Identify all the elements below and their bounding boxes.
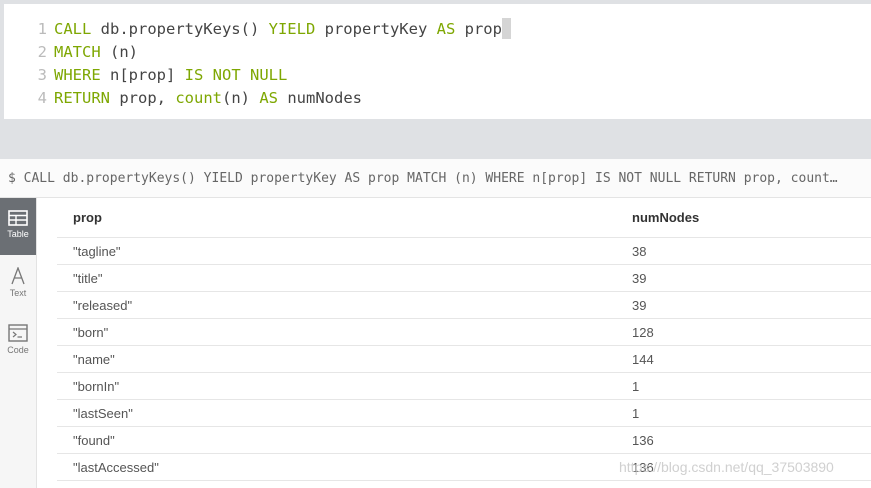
cypher-function: count — [175, 89, 222, 107]
line-number: 3 — [37, 66, 47, 84]
cell-numnodes: 39 — [632, 270, 647, 286]
cypher-keyword: IS NOT NULL — [184, 66, 288, 84]
table-row: "released" 39 — [57, 292, 871, 319]
column-header-prop[interactable]: prop — [57, 210, 616, 225]
line-number: 1 — [37, 20, 47, 38]
cell-prop: "born" — [73, 324, 109, 340]
view-code-label: Code — [7, 345, 29, 355]
cypher-text: (n) — [100, 43, 138, 61]
cell-numnodes: 38 — [632, 243, 647, 259]
cypher-keyword: RETURN — [54, 89, 110, 107]
cell-numnodes: 1 — [632, 378, 640, 394]
view-text-label: Text — [9, 288, 27, 298]
cell-numnodes: 1 — [632, 405, 640, 421]
view-switcher-sidebar: Table Text Code — [0, 198, 37, 488]
cypher-text: propertyKey — [315, 20, 437, 38]
line-number: 2 — [37, 43, 47, 61]
cell-prop: "name" — [73, 351, 115, 367]
cypher-keyword: AS — [436, 20, 456, 38]
table-row: "lastSeen" 1 — [57, 400, 871, 427]
cell-prop: "title" — [73, 270, 103, 286]
cell-prop: "lastAccessed" — [73, 459, 159, 475]
table-icon — [8, 210, 28, 226]
result-table: prop numNodes "tagline" 38 "title" 39 "relea… — [57, 198, 871, 481]
view-table-button[interactable]: Table — [0, 198, 36, 255]
table-row: "found" 136 — [57, 427, 871, 454]
code-line: 1 CALL db.propertyKeys() YIELD propertyKe… — [4, 18, 871, 41]
cell-numnodes: 128 — [632, 324, 654, 340]
cypher-keyword: YIELD — [268, 20, 316, 38]
view-code-button[interactable]: Code — [0, 312, 36, 369]
query-editor[interactable]: 1 CALL db.propertyKeys() YIELD propertyKe… — [4, 4, 871, 119]
cell-prop: "found" — [73, 432, 115, 448]
line-number: 4 — [37, 89, 47, 107]
cypher-keyword: AS — [259, 89, 278, 107]
view-table-label: Table — [7, 229, 29, 239]
cell-prop: "bornIn" — [73, 378, 120, 394]
cypher-keyword: WHERE — [54, 66, 101, 84]
cypher-text: (n) — [222, 89, 260, 107]
cypher-text: numNodes — [278, 89, 362, 107]
cypher-text: db.propertyKeys() — [91, 20, 269, 38]
view-text-button[interactable]: Text — [0, 255, 36, 312]
cell-prop: "released" — [73, 297, 133, 313]
code-line: 3 WHERE n[prop] IS NOT NULL — [4, 64, 871, 87]
code-icon — [8, 324, 28, 342]
cypher-text: prop — [455, 20, 502, 38]
text-icon — [11, 267, 25, 285]
cell-prop: "tagline" — [73, 243, 121, 259]
table-row: "name" 144 — [57, 346, 871, 373]
cypher-keyword: MATCH — [54, 43, 101, 61]
cypher-keyword: CALL — [54, 20, 92, 38]
cypher-text: n[prop] — [100, 66, 185, 84]
cell-numnodes: 39 — [632, 297, 647, 313]
panel-divider — [0, 131, 871, 159]
table-row: "title" 39 — [57, 265, 871, 292]
table-row: "born" 128 — [57, 319, 871, 346]
code-line: 4 RETURN prop, count (n) AS numNodes — [4, 87, 871, 110]
column-header-numnodes[interactable]: numNodes — [616, 210, 699, 225]
table-row: "tagline" 38 — [57, 238, 871, 265]
cypher-text: prop, — [110, 89, 176, 107]
code-line: 2 MATCH (n) — [4, 41, 871, 64]
cell-numnodes: 136 — [632, 432, 654, 448]
watermark: https://blog.csdn.net/qq_37503890 — [619, 459, 834, 475]
result-frame: $ CALL db.propertyKeys() YIELD propertyK… — [0, 159, 871, 488]
cell-prop: "lastSeen" — [73, 405, 133, 421]
table-header-row: prop numNodes — [57, 198, 871, 238]
table-row: "bornIn" 1 — [57, 373, 871, 400]
cell-numnodes: 144 — [632, 351, 654, 367]
text-cursor — [501, 18, 511, 39]
executed-query-bar[interactable]: $ CALL db.propertyKeys() YIELD propertyK… — [0, 159, 871, 198]
